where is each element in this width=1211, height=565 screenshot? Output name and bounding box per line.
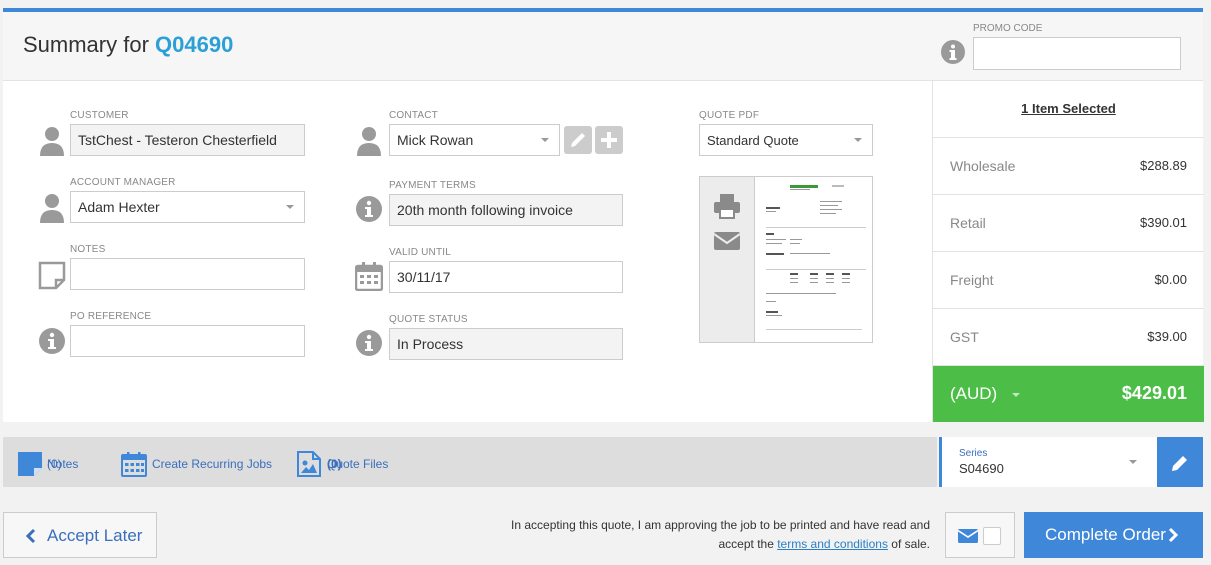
series-label: Series	[959, 448, 988, 459]
note-icon	[18, 452, 42, 476]
complete-order-label: Complete Order	[1045, 525, 1166, 544]
totals-row-label: Retail	[950, 215, 986, 231]
promo-code-label: PROMO CODE	[973, 23, 1043, 34]
payment-terms-field: 20th month following invoice	[389, 194, 623, 226]
caret-down-icon[interactable]	[1012, 393, 1020, 397]
edit-series-button[interactable]	[1157, 437, 1203, 487]
contact-select[interactable]: Mick Rowan	[389, 124, 560, 156]
quote-pdf-label: QUOTE PDF	[699, 110, 760, 121]
email-icon[interactable]	[713, 231, 741, 251]
calendar-icon	[355, 262, 383, 291]
totals-row-gst: GST $39.00	[933, 309, 1204, 366]
terms-text: In accepting this quote, I am approving …	[490, 516, 930, 554]
email-confirmation-toggle[interactable]	[945, 512, 1015, 558]
totals-row-value: $39.00	[1147, 329, 1187, 344]
account-manager-value: Adam Hexter	[78, 199, 160, 215]
currency-select[interactable]: (AUD)	[950, 384, 997, 404]
image-file-icon	[297, 451, 321, 477]
quote-pdf-select[interactable]: Standard Quote	[699, 124, 873, 156]
notes-count: (0)	[47, 457, 62, 471]
edit-contact-icon[interactable]	[564, 126, 592, 154]
series-value: S04690	[959, 461, 1004, 476]
chevron-left-icon	[26, 528, 36, 544]
customer-label: CUSTOMER	[70, 110, 129, 121]
pencil-icon	[1172, 456, 1187, 471]
totals-row-wholesale: Wholesale $288.89	[933, 138, 1204, 195]
add-contact-icon[interactable]	[595, 126, 623, 154]
caret-down-icon	[854, 138, 862, 142]
quote-id: Q04690	[155, 32, 234, 57]
totals-row-freight: Freight $0.00	[933, 252, 1204, 309]
caret-down-icon	[286, 205, 294, 209]
payment-terms-label: PAYMENT TERMS	[389, 180, 476, 191]
pdf-thumbnail	[760, 181, 868, 339]
account-manager-select[interactable]: Adam Hexter	[70, 191, 305, 223]
complete-order-button[interactable]: Complete Order	[1024, 512, 1203, 558]
title-prefix: Summary for	[23, 32, 149, 57]
contact-label: CONTACT	[389, 110, 438, 121]
info-icon	[356, 330, 382, 356]
series-select[interactable]: Series S04690	[939, 437, 1157, 487]
summary-header: Summary for Q04690 PROMO CODE	[3, 12, 1203, 81]
accept-later-label: Accept Later	[47, 526, 143, 545]
quote-pdf-value: Standard Quote	[707, 133, 799, 148]
quote-toolbar: Notes (0) Create Recurring Jobs Quote Fi…	[3, 437, 937, 487]
po-reference-label: PO REFERENCE	[70, 311, 152, 322]
totals-row-retail: Retail $390.01	[933, 195, 1204, 252]
totals-row-label: Wholesale	[950, 158, 1016, 174]
totals-row-value: $0.00	[1154, 272, 1187, 287]
info-icon	[39, 328, 65, 354]
calendar-icon	[121, 452, 147, 477]
items-selected-link[interactable]: 1 Item Selected	[933, 81, 1204, 138]
quote-summary-panel: Summary for Q04690 PROMO CODE CUSTOMER T…	[3, 8, 1204, 422]
valid-until-input[interactable]: 30/11/17	[389, 261, 623, 293]
email-checkbox[interactable]	[983, 527, 1001, 545]
totals-panel: 1 Item Selected Wholesale $288.89 Retail…	[932, 81, 1204, 422]
caret-down-icon	[1129, 460, 1137, 464]
promo-code-input[interactable]	[973, 37, 1181, 70]
totals-row-label: GST	[950, 329, 979, 345]
chevron-right-icon	[1168, 527, 1178, 543]
page-title: Summary for Q04690	[23, 32, 233, 58]
totals-row-value: $288.89	[1140, 158, 1187, 173]
person-icon	[357, 127, 381, 156]
notes-button[interactable]: Notes (0)	[17, 451, 103, 477]
grand-total-bar: (AUD) $429.01	[933, 366, 1204, 422]
valid-until-label: VALID UNTIL	[389, 247, 452, 258]
grand-total-value: $429.01	[1121, 383, 1187, 403]
terms-text-2: of sale.	[891, 537, 930, 551]
contact-value: Mick Rowan	[397, 132, 474, 148]
caret-down-icon	[541, 138, 549, 142]
pdf-actions	[700, 177, 755, 342]
quote-status-label: QUOTE STATUS	[389, 314, 468, 325]
customer-field[interactable]: TstChest - Testeron Chesterfield	[70, 124, 305, 156]
totals-row-label: Freight	[950, 272, 994, 288]
create-recurring-jobs-label: Create Recurring Jobs	[152, 457, 273, 471]
create-recurring-jobs-button[interactable]: Create Recurring Jobs	[121, 451, 279, 477]
totals-row-value: $390.01	[1140, 215, 1187, 230]
notes-input[interactable]	[70, 258, 305, 290]
notes-label: NOTES	[70, 244, 106, 255]
quote-files-button[interactable]: Quote Files (0)	[297, 451, 409, 477]
person-icon	[40, 127, 64, 156]
sticky-note-icon	[38, 261, 66, 290]
info-icon	[356, 196, 382, 222]
printer-icon[interactable]	[713, 193, 741, 219]
email-icon	[958, 529, 978, 543]
info-icon	[941, 40, 965, 64]
accept-later-button[interactable]: Accept Later	[3, 512, 157, 558]
quote-files-label: Quote Files	[327, 457, 389, 471]
quote-status-field: In Process	[389, 328, 623, 360]
quote-pdf-preview[interactable]	[699, 176, 873, 343]
account-manager-label: ACCOUNT MANAGER	[70, 177, 176, 188]
po-reference-input[interactable]	[70, 325, 305, 357]
terms-and-conditions-link[interactable]: terms and conditions	[777, 537, 888, 551]
person-icon	[40, 194, 64, 223]
